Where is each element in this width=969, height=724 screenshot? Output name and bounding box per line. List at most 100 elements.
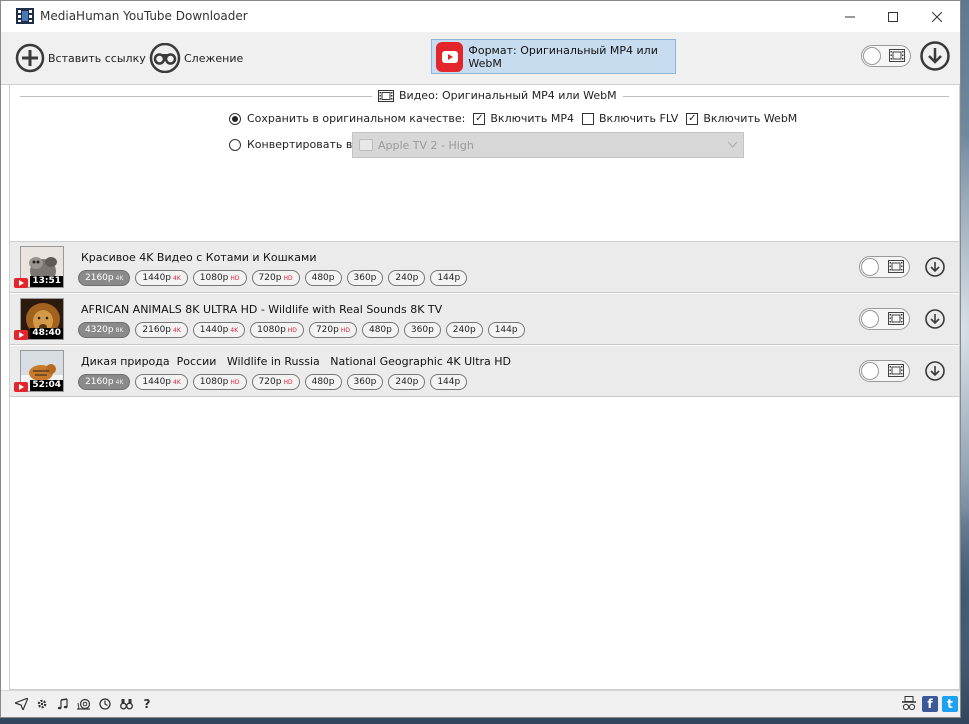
include-flv-option[interactable]: Включить FLV	[582, 112, 678, 125]
quality-chip[interactable]: 360p	[346, 374, 384, 390]
video-only-toggle[interactable]	[859, 360, 910, 382]
quality-chip[interactable]: 1080p HD	[192, 270, 247, 286]
bottom-bar: ? f t	[1, 690, 960, 717]
youtube-icon	[436, 41, 464, 72]
video-title: Дикая природа России Wildlife in Russia …	[81, 355, 512, 368]
binoculars-icon[interactable]	[119, 697, 133, 711]
toggle-knob	[861, 258, 879, 276]
help-icon[interactable]: ?	[140, 697, 154, 711]
app-window: MediaHuman YouTube Downloader Вставить с…	[0, 0, 961, 718]
gear-icon[interactable]	[35, 697, 49, 711]
quality-chip[interactable]: 1440p 4K	[192, 322, 246, 338]
quality-chip[interactable]: 240p	[445, 322, 483, 338]
keep-original-radio[interactable]	[229, 112, 241, 125]
quality-chip[interactable]: 144p	[430, 374, 468, 390]
paste-link-button[interactable]: Вставить ссылку	[15, 42, 146, 74]
video-title: AFRICAN ANIMALS 8K ULTRA HD - Wildlife w…	[81, 303, 443, 316]
quality-chip[interactable]: 2160p 4K	[78, 374, 131, 390]
quality-chip[interactable]: 1440p 4K	[135, 374, 188, 390]
download-all-icon[interactable]	[920, 41, 950, 71]
maximize-button[interactable]	[870, 1, 916, 32]
window-title: MediaHuman YouTube Downloader	[40, 9, 248, 23]
quality-chip[interactable]: 1440p 4K	[135, 270, 188, 286]
quality-chip[interactable]: 720p HD	[251, 374, 300, 390]
download-list: 13:51 Красивое 4K Видео с Котами и Кошка…	[9, 242, 960, 690]
paste-link-label: Вставить ссылку	[48, 51, 146, 65]
section-title: Видео: Оригинальный MP4 или WebM	[399, 89, 617, 102]
toggle-knob	[861, 310, 879, 328]
quality-chip[interactable]: 480p	[304, 374, 342, 390]
quality-chip[interactable]: 1080p HD	[250, 322, 304, 338]
quality-chip[interactable]: 240p	[388, 270, 426, 286]
incognito-icon[interactable]	[900, 695, 918, 713]
list-item[interactable]: 52:04 Дикая природа России Wildlife in R…	[10, 346, 959, 397]
download-icon[interactable]	[925, 309, 945, 329]
youtube-icon	[14, 278, 28, 288]
quality-chip[interactable]: 480p	[361, 322, 399, 338]
film-icon	[889, 49, 905, 62]
include-flv-checkbox[interactable]	[582, 112, 595, 125]
quality-chip[interactable]: 360p	[346, 270, 384, 286]
maximize-icon	[888, 11, 898, 22]
video-duration: 52:04	[30, 380, 63, 391]
quality-chip[interactable]: 360p	[403, 322, 441, 338]
download-icon[interactable]	[925, 257, 945, 277]
tracking-button[interactable]: Слежение	[149, 42, 243, 74]
convert-label: Конвертировать в:	[247, 138, 357, 151]
quality-chip[interactable]: 144p	[487, 322, 525, 338]
convert-radio[interactable]	[229, 138, 241, 151]
convert-preset-select[interactable]: Apple TV 2 - High	[352, 132, 744, 158]
facebook-icon[interactable]: f	[922, 696, 938, 712]
chevron-down-icon	[727, 140, 738, 151]
close-button[interactable]	[914, 1, 960, 32]
toggle-knob	[861, 362, 879, 380]
video-duration: 48:40	[30, 328, 63, 339]
snail-icon[interactable]	[77, 697, 91, 711]
film-icon	[888, 260, 904, 273]
minimize-icon	[845, 16, 855, 17]
video-only-toggle[interactable]	[859, 308, 910, 330]
quality-chip[interactable]: 2160p 4K	[78, 270, 131, 286]
section-header: Видео: Оригинальный MP4 или WebM	[372, 89, 623, 102]
twitter-icon[interactable]: t	[942, 696, 958, 712]
title-bar: MediaHuman YouTube Downloader	[1, 1, 960, 32]
clock-icon[interactable]	[98, 697, 112, 711]
quality-options: 4320p 8K 2160p 4K 1440p 4K 1080p HD 720p HD 4…	[78, 322, 530, 338]
youtube-icon	[14, 382, 28, 392]
include-mp4-checkbox[interactable]: ✓	[473, 112, 486, 125]
tracking-label: Слежение	[184, 51, 244, 65]
format-selector-button[interactable]: Формат: Оригинальный MP4 или WebM	[431, 39, 676, 74]
film-icon	[378, 89, 394, 102]
keep-original-label: Сохранить в оригинальном качестве:	[247, 112, 466, 125]
quality-chip[interactable]: 144p	[430, 270, 468, 286]
twitter-glyph: t	[947, 697, 953, 711]
format-settings-panel: Видео: Оригинальный MP4 или WebM Сохрани…	[9, 85, 960, 242]
quality-chip[interactable]: 720p HD	[251, 270, 300, 286]
quality-chip[interactable]: 480p	[304, 270, 342, 286]
quality-chip[interactable]: 720p HD	[308, 322, 357, 338]
list-item[interactable]: 13:51 Красивое 4K Видео с Котами и Кошка…	[10, 242, 959, 293]
keep-original-row: Сохранить в оригинальном качестве: ✓ Вкл…	[229, 112, 797, 125]
quality-chip[interactable]: 240p	[388, 374, 426, 390]
include-mp4-label: Включить MP4	[490, 112, 575, 125]
video-duration: 13:51	[30, 276, 63, 287]
include-webm-checkbox[interactable]: ✓	[686, 112, 699, 125]
youtube-icon	[14, 330, 28, 340]
auto-download-toggle[interactable]	[861, 45, 911, 67]
quality-chip[interactable]: 2160p 4K	[135, 322, 188, 338]
binoculars-icon	[149, 43, 181, 73]
include-webm-option[interactable]: ✓ Включить WebM	[686, 112, 797, 125]
quality-chip[interactable]: 1080p HD	[192, 374, 247, 390]
send-icon[interactable]	[14, 697, 28, 711]
help-glyph: ?	[143, 697, 151, 711]
close-icon	[932, 11, 942, 22]
music-note-icon[interactable]	[56, 697, 70, 711]
minimize-button[interactable]	[827, 1, 873, 32]
quality-chip[interactable]: 4320p 8K	[78, 322, 131, 338]
app-logo-icon	[16, 8, 34, 24]
list-item[interactable]: 48:40 AFRICAN ANIMALS 8K ULTRA HD - Wild…	[10, 294, 959, 345]
download-icon[interactable]	[925, 361, 945, 381]
video-only-toggle[interactable]	[859, 256, 910, 278]
quality-options: 2160p 4K 1440p 4K 1080p HD 720p HD 480p 360p…	[78, 374, 472, 390]
include-mp4-option[interactable]: ✓ Включить MP4	[473, 112, 574, 125]
